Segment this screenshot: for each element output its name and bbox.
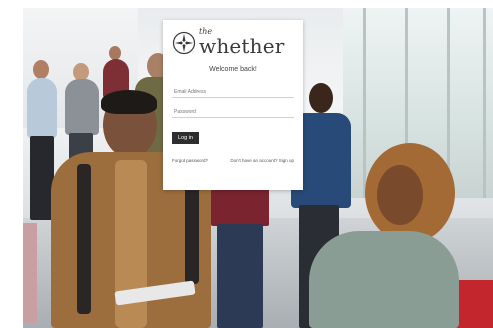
login-button[interactable]: Log in xyxy=(172,132,199,144)
compass-rose-icon xyxy=(172,31,196,55)
background-red-object xyxy=(23,223,37,323)
login-card: the whether Welcome back! Log in Forgot … xyxy=(163,20,303,190)
brand-prefix: the xyxy=(199,27,213,36)
email-field[interactable] xyxy=(172,86,294,98)
window-mullion xyxy=(483,8,486,198)
forgot-password-link[interactable]: Forgot password? xyxy=(172,158,208,163)
foreground-woman xyxy=(305,143,475,328)
background-person xyxy=(211,188,271,328)
auth-links: Forgot password? Don't have an account? … xyxy=(172,158,294,163)
password-field[interactable] xyxy=(172,106,294,118)
welcome-heading: Welcome back! xyxy=(209,66,257,73)
brand-logo: the whether xyxy=(172,27,294,56)
brand-wordmark: the whether xyxy=(199,27,285,56)
signup-link[interactable]: Don't have an account? Sign up xyxy=(230,158,294,163)
